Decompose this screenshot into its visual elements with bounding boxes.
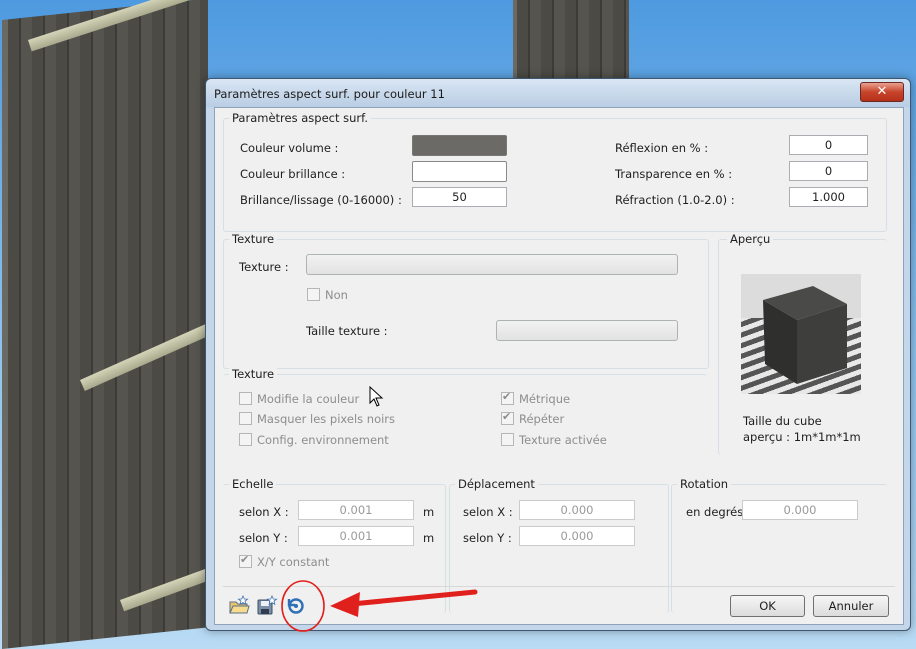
wood-panel-left [2,0,208,649]
texture-non-checkbox[interactable]: Non [307,288,348,302]
deplacement-x-label: selon X : [463,505,513,519]
reflexion-label: Réflexion en % : [615,141,709,155]
dialog-title: Paramètres aspect surf. pour couleur 11 [214,87,445,101]
couleur-brillance-swatch[interactable] [412,161,507,182]
repeter-label: Répéter [519,412,565,426]
texture-options-title: Texture [229,367,278,381]
echelle-y-unit: m [423,531,435,545]
open-favorites-icon[interactable] [228,595,250,615]
texture-group-title: Texture [229,232,278,246]
metrique-label: Métrique [519,392,571,406]
refraction-label: Réfraction (1.0-2.0) : [615,193,735,207]
echelle-y-label: selon Y : [239,531,288,545]
brillance-label: Brillance/lissage (0-16000) : [240,193,402,207]
deplacement-x-input[interactable]: 0.000 [519,500,635,520]
deplacement-title: Déplacement [455,477,538,491]
surface-params-title: Paramètres aspect surf. [229,111,372,125]
wood-panel-right [513,0,629,80]
xy-constant-label: X/Y constant [257,555,330,569]
transparence-label: Transparence en % : [615,167,733,181]
refraction-input[interactable]: 1.000 [789,187,868,207]
close-button[interactable]: ✕ [860,82,904,102]
echelle-x-label: selon X : [239,505,289,519]
deplacement-y-label: selon Y : [463,531,512,545]
texture-non-box[interactable] [307,288,320,301]
texture-label: Texture : [239,260,289,274]
xy-constant-checkbox[interactable]: X/Y constant [239,553,330,569]
rotation-title: Rotation [677,477,732,491]
config-env-label: Config. environnement [257,433,389,447]
echelle-x-input[interactable]: 0.001 [298,500,414,520]
couleur-volume-swatch[interactable] [412,135,507,156]
texture-select[interactable] [306,254,678,275]
deplacement-y-input[interactable]: 0.000 [519,526,635,546]
dialog-titlebar[interactable]: Paramètres aspect surf. pour couleur 11 … [206,79,910,107]
cancel-button[interactable]: Annuler [813,595,889,617]
texture-activee-checkbox[interactable]: Texture activée [501,433,607,447]
reflexion-input[interactable]: 0 [789,135,868,155]
cube-icon [763,286,847,384]
bottom-separator [223,586,895,587]
taille-texture-label: Taille texture : [306,324,388,338]
taille-texture-select[interactable] [496,320,678,341]
reset-icon[interactable] [285,595,307,615]
rotation-label: en degrés [686,505,744,519]
modifie-couleur-checkbox[interactable]: Modifie la couleur [239,392,359,406]
brillance-input[interactable]: 50 [412,187,507,207]
couleur-brillance-label: Couleur brillance : [240,167,346,181]
ok-button[interactable]: OK [730,595,805,617]
config-env-checkbox[interactable]: Config. environnement [239,433,389,447]
dialog-client: Paramètres aspect surf. Couleur volume :… [214,107,904,625]
texture-activee-label: Texture activée [519,433,607,447]
save-favorites-icon[interactable] [256,595,278,615]
repeter-checkbox[interactable]: Répéter [501,410,565,426]
texture-non-label: Non [325,288,348,302]
echelle-x-unit: m [423,505,435,519]
echelle-title: Echelle [229,477,277,491]
apercu-caption-line1: Taille du cube [743,414,822,428]
modifie-couleur-label: Modifie la couleur [257,392,360,406]
cube-preview [741,274,861,394]
masquer-pixels-label: Masquer les pixels noirs [257,412,396,426]
rotation-input[interactable]: 0.000 [742,500,858,520]
surface-settings-dialog: Paramètres aspect surf. pour couleur 11 … [205,78,911,631]
echelle-y-input[interactable]: 0.001 [298,526,414,546]
masquer-pixels-checkbox[interactable]: Masquer les pixels noirs [239,412,395,426]
apercu-title: Aperçu [727,232,774,246]
couleur-volume-label: Couleur volume : [240,141,339,155]
apercu-caption-line2: aperçu : 1m*1m*1m [743,430,861,444]
transparence-input[interactable]: 0 [789,161,868,181]
metrique-checkbox[interactable]: Métrique [501,390,571,406]
